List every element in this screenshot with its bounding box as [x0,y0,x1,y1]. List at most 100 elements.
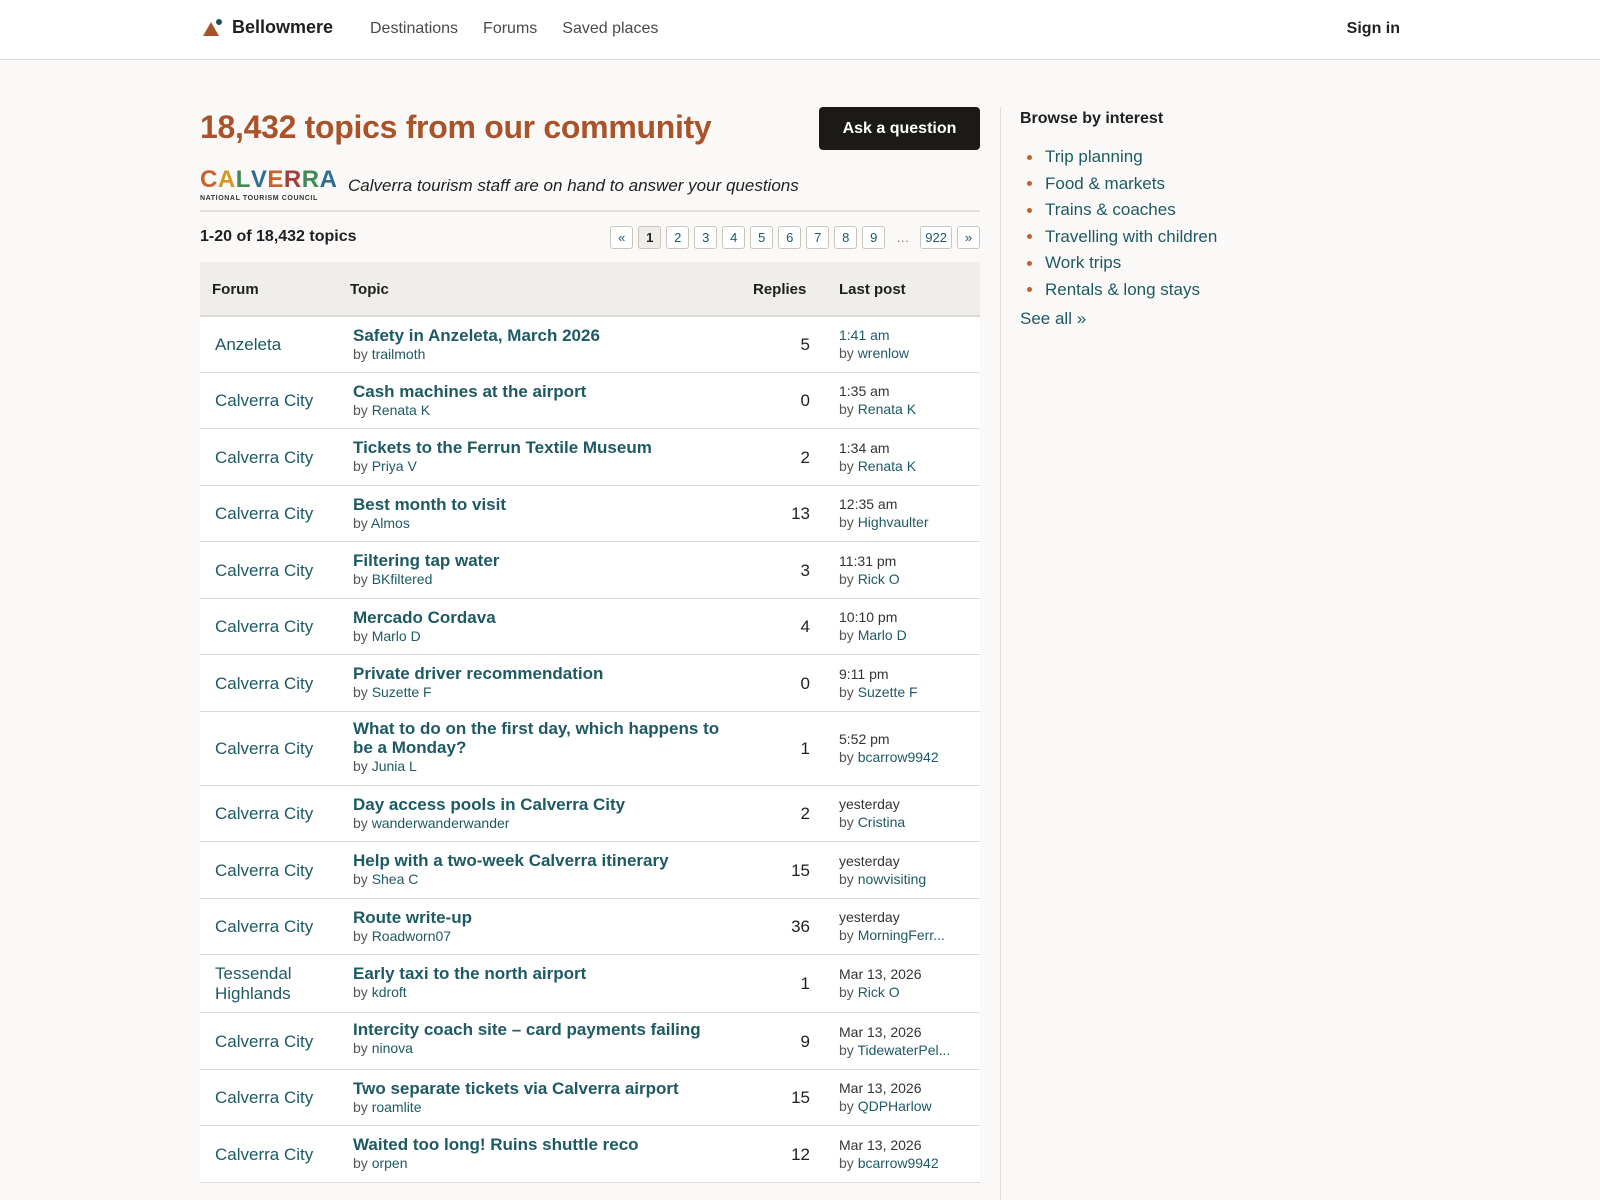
interest-link[interactable]: Trip planning [1045,147,1143,167]
last-post-time: Mar 13, 2026 [839,1080,922,1096]
last-post-time[interactable]: 1:41 am [839,326,974,344]
topic-title-link[interactable]: Day access pools in Calverra City [353,795,728,814]
last-author-link[interactable]: MorningFerr... [858,927,945,943]
forum-link[interactable]: Calverra City [215,739,355,759]
pager-page-3[interactable]: 3 [694,226,718,249]
forum-link[interactable]: Tessendal Highlands [215,964,325,1004]
topic-title-link[interactable]: Tickets to the Ferrun Textile Museum [353,438,728,457]
pager-page-5[interactable]: 5 [750,226,774,249]
forum-link[interactable]: Anzeleta [215,335,355,355]
nav-destinations[interactable]: Destinations [370,20,458,38]
topic-title-link[interactable]: Early taxi to the north airport [353,964,728,983]
interest-link[interactable]: Work trips [1045,253,1121,273]
forum-link[interactable]: Calverra City [215,448,355,468]
author-link[interactable]: trailmoth [372,346,426,362]
brand-logo[interactable]: Bellowmere [202,17,333,38]
interest-link[interactable]: Trains & coaches [1045,200,1176,220]
topic-title-link[interactable]: Private driver recommendation [353,664,728,683]
pager-page-2[interactable]: 2 [666,226,690,249]
interest-link[interactable]: Food & markets [1045,174,1165,194]
topic-title-link[interactable]: Waited too long! Ruins shuttle reco [353,1135,728,1154]
author-link[interactable]: roamlite [372,1099,422,1115]
topic-title-link[interactable]: Filtering tap water [353,551,728,570]
interest-link[interactable]: Rentals & long stays [1045,280,1200,300]
last-author-link[interactable]: Rick O [858,984,900,1000]
last-author-link[interactable]: Suzette F [858,684,918,700]
topic-author: by ninova [353,1039,728,1058]
last-author-link[interactable]: wrenlow [858,345,909,361]
topic-cell: Filtering tap water by BKfiltered [353,551,728,589]
pager-page-4[interactable]: 4 [722,226,746,249]
last-author-link[interactable]: Renata K [858,401,916,417]
author-link[interactable]: Almos [371,515,410,531]
last-author-link[interactable]: Highvaulter [858,514,929,530]
table-row: Calverra City Day access pools in Calverr… [200,786,980,842]
last-author-link[interactable]: Rick O [858,571,900,587]
reply-count: 36 [791,917,810,936]
last-author-link[interactable]: bcarrow9942 [858,1155,939,1171]
forum-link[interactable]: Calverra City [215,1032,355,1052]
author-link[interactable]: wanderwanderwander [372,815,510,831]
pager-prev-button[interactable]: « [610,226,634,249]
author-link[interactable]: Renata K [372,402,430,418]
topic-title-link[interactable]: Safety in Anzeleta, March 2026 [353,326,728,345]
bullet-icon [1027,154,1032,160]
topic-title-link[interactable]: Route write-up [353,908,728,927]
pager-page-8[interactable]: 8 [834,226,858,249]
last-author-link[interactable]: Renata K [858,458,916,474]
author-link[interactable]: orpen [372,1155,408,1171]
forum-link[interactable]: Calverra City [215,391,355,411]
last-author-link[interactable]: TidewaterPel... [857,1042,950,1058]
topic-title-link[interactable]: What to do on the first day, which happe… [353,719,728,757]
forum-link[interactable]: Calverra City [215,617,355,637]
forum-link[interactable]: Calverra City [215,861,355,881]
pager-page-last[interactable]: 922 [920,226,952,249]
forum-link[interactable]: Calverra City [215,1088,355,1108]
author-link[interactable]: Priya V [372,458,417,474]
topic-title-link[interactable]: Intercity coach site – card payments fai… [353,1020,728,1039]
pager-page-9[interactable]: 9 [862,226,886,249]
topic-title-link[interactable]: Mercado Cordava [353,608,728,627]
forum-link[interactable]: Calverra City [215,804,355,824]
forum-link[interactable]: Calverra City [215,504,355,524]
nav-forums[interactable]: Forums [483,20,537,38]
author-link[interactable]: Marlo D [372,628,421,644]
nav-saved-places[interactable]: Saved places [562,20,658,38]
pager-next-button[interactable]: » [957,226,980,249]
ask-question-button[interactable]: Ask a question [819,107,980,150]
topic-title-link[interactable]: Help with a two-week Calverra itinerary [353,851,728,870]
logo-letter: R [301,166,320,193]
last-author-link[interactable]: nowvisiting [858,871,926,887]
forum-link[interactable]: Calverra City [215,674,355,694]
forum-link[interactable]: Calverra City [215,917,355,937]
sign-in-link[interactable]: Sign in [1347,20,1400,38]
last-author-link[interactable]: QDPHarlow [858,1098,932,1114]
author-link[interactable]: BKfiltered [372,571,433,587]
author-link[interactable]: ninova [372,1040,413,1056]
see-all-link[interactable]: See all » [1020,309,1086,329]
bullet-icon [1027,181,1032,187]
topic-cell: Intercity coach site – card payments fai… [353,1020,728,1058]
author-link[interactable]: Junia L [372,758,417,774]
calverra-logo[interactable]: CALVERRA NATIONAL TOURISM COUNCIL [200,166,337,203]
author-link[interactable]: Roadworn07 [372,928,451,944]
topic-title-link[interactable]: Two separate tickets via Calverra airpor… [353,1079,728,1098]
topic-title-link[interactable]: Best month to visit [353,495,728,514]
last-author-link[interactable]: Cristina [858,814,905,830]
by-label: by [839,627,854,643]
pager-page-1[interactable]: 1 [638,226,662,249]
last-author-link[interactable]: bcarrow9942 [858,749,939,765]
author-link[interactable]: Suzette F [372,684,432,700]
topic-title-link[interactable]: Cash machines at the airport [353,382,728,401]
author-link[interactable]: kdroft [372,984,407,1000]
reply-count: 1 [800,974,810,993]
logo-letter: C [200,166,218,193]
pager-page-6[interactable]: 6 [778,226,802,249]
forum-link[interactable]: Calverra City [215,1145,355,1165]
pager-page-7[interactable]: 7 [806,226,830,249]
last-author-link[interactable]: Marlo D [858,627,907,643]
forum-link[interactable]: Calverra City [215,561,355,581]
author-link[interactable]: Shea C [372,871,419,887]
table-row: Anzeleta Safety in Anzeleta, March 2026 by… [200,317,980,373]
interest-link[interactable]: Travelling with children [1045,227,1217,247]
